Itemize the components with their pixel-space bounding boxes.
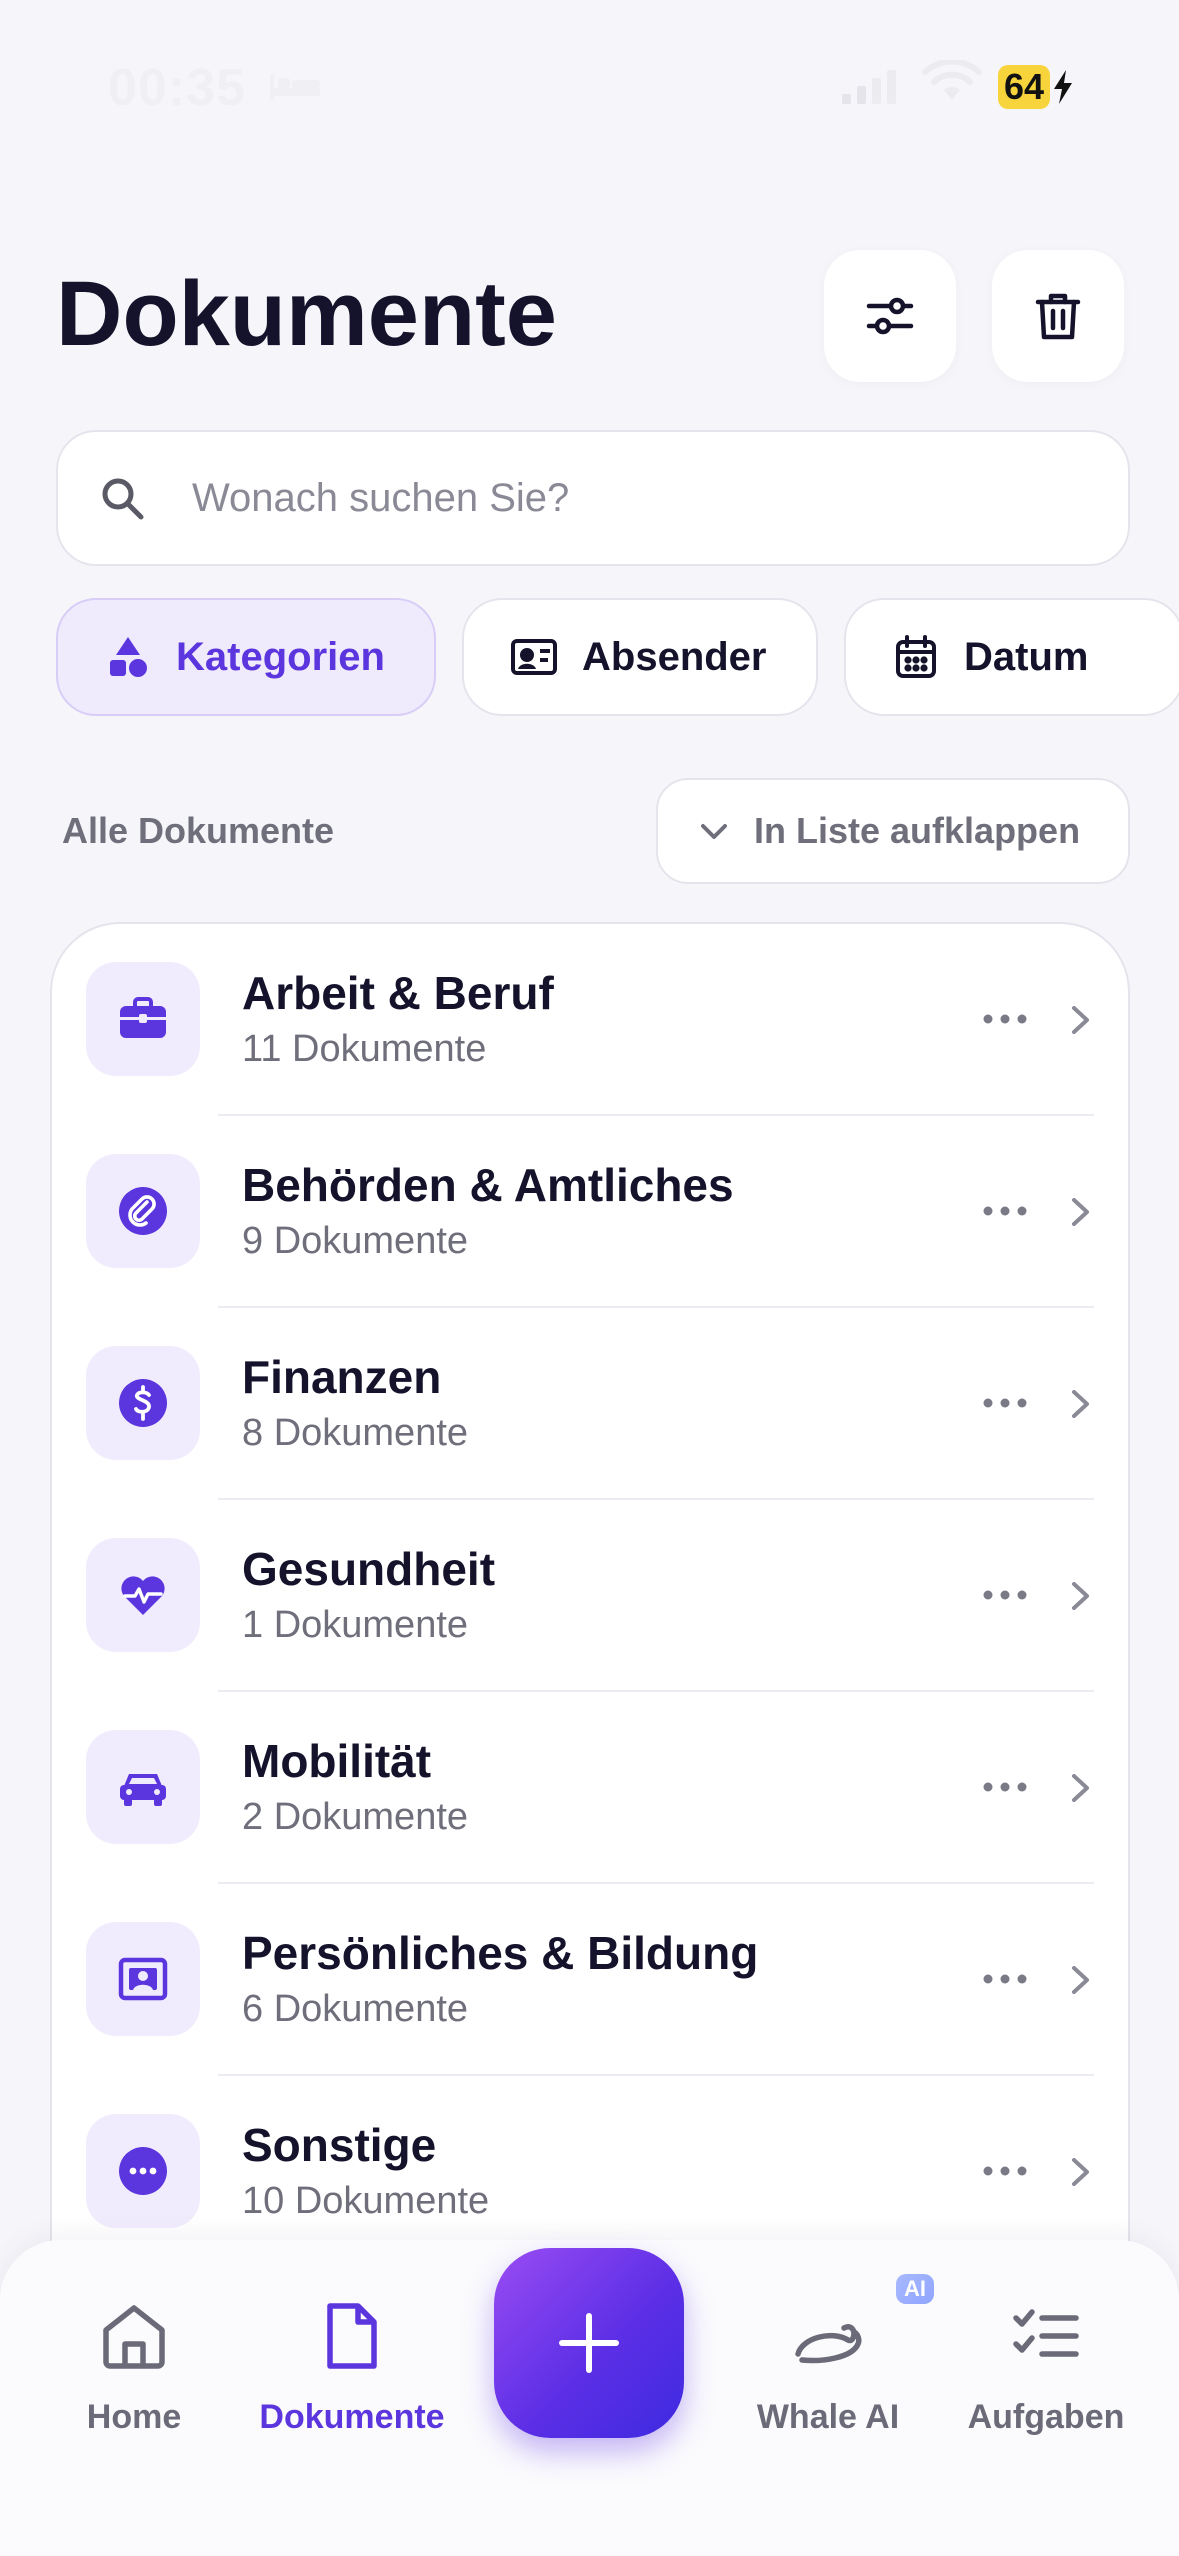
search-bar[interactable] [56,430,1130,566]
portrait-icon [118,1957,168,2001]
status-time: 00:35 [108,59,246,117]
category-row[interactable]: Behörden & Amtliches 9 Dokumente [52,1116,1128,1308]
wifi-icon [922,60,982,100]
nav-whale-ai-label: Whale AI [756,2398,900,2436]
chevron-right-icon [1072,1390,1089,1418]
category-icon-box [86,962,200,1076]
chip-label: Kategorien [176,634,385,679]
expand-list-button[interactable]: In Liste aufklappen [656,778,1130,884]
category-name: Gesundheit [242,1543,496,1595]
chevron-right-icon [1072,1774,1089,1802]
category-name: Sonstige [242,2119,437,2171]
category-count: 1 Dokumente [242,1604,469,1646]
nav-home[interactable]: Home [24,2300,244,2480]
category-count: 11 Dokumente [242,1028,487,1070]
documents-screen: 00:35 64 Dokumente Kategorien Ab [0,0,1179,2556]
more-options-icon[interactable] [982,1772,1028,1802]
battery-indicator: 64 [998,64,1074,110]
dollar-icon [119,1379,167,1427]
category-name: Arbeit & Beruf [242,967,554,1019]
category-count: 10 Dokumente [242,2180,490,2222]
ai-badge: AI [896,2274,934,2304]
chevron-right-icon [1072,1198,1089,1226]
whale-ai-icon-wrap: AI [792,2274,934,2372]
category-icon-box [86,1538,200,1652]
chevron-right-icon [1072,2158,1089,2186]
shapes-icon [110,637,147,677]
filter-button[interactable] [824,250,956,382]
page-title: Dokumente [56,263,557,365]
chevron-right-icon [1072,1006,1089,1034]
category-count: 9 Dokumente [242,1220,469,1262]
chip-absender[interactable]: Absender [462,598,818,716]
more-circle-icon [119,2147,167,2195]
nav-home-label: Home [86,2398,182,2436]
category-name: Behörden & Amtliches [242,1159,734,1211]
chip-label: Datum [964,634,1089,679]
more-options-icon[interactable] [982,1964,1028,1994]
category-row[interactable]: Persönliches & Bildung 6 Dokumente [52,1884,1128,2076]
category-row[interactable]: Mobilität 2 Dokumente [52,1692,1128,1884]
more-options-icon[interactable] [982,1196,1028,1226]
category-count: 6 Dokumente [242,1988,469,2030]
filter-chips: Kategorien Absender Datum [56,598,1179,718]
category-name: Mobilität [242,1735,432,1787]
category-name: Persönliches & Bildung [242,1927,759,1979]
category-row[interactable]: Finanzen 8 Dokumente [52,1308,1128,1500]
sleep-mode-icon [270,74,320,100]
more-options-icon[interactable] [982,1388,1028,1418]
category-icon-box [86,1154,200,1268]
more-options-icon[interactable] [982,2156,1028,2186]
search-input[interactable] [192,475,1052,521]
category-icon-box [86,1346,200,1460]
chevron-right-icon [1072,1966,1089,1994]
category-row[interactable]: Arbeit & Beruf 11 Dokumente [52,924,1128,1116]
contact-card-icon [511,639,557,675]
sliders-icon [866,297,914,335]
trash-icon [1035,293,1081,340]
chip-label: Absender [582,634,767,679]
checklist-icon [1013,2309,1079,2357]
nav-tasks[interactable]: Aufgaben [936,2300,1156,2480]
calendar-icon [896,635,936,678]
more-options-icon[interactable] [982,1580,1028,1610]
expand-list-label: In Liste aufklappen [754,810,1081,851]
status-bar: 00:35 64 [0,0,1179,170]
more-options-icon[interactable] [982,1004,1028,1034]
battery-level: 64 [998,65,1051,109]
search-icon [102,478,144,520]
add-document-button[interactable] [494,2248,684,2438]
chevron-down-icon [701,824,727,839]
category-icon-box [86,1730,200,1844]
section-title: Alle Dokumente [62,810,335,851]
trash-button[interactable] [992,250,1124,382]
category-name: Finanzen [242,1351,442,1403]
nav-documents[interactable]: Dokumente [242,2300,462,2480]
chip-kategorien[interactable]: Kategorien [56,598,436,716]
heartbeat-icon [121,1576,165,1615]
cellular-signal-icon [842,70,896,104]
nav-documents-label: Dokumente [259,2398,445,2436]
category-icon-box [86,2114,200,2228]
plus-icon [559,2313,619,2373]
chip-datum[interactable]: Datum [844,598,1179,716]
briefcase-icon [120,997,166,1038]
category-count: 2 Dokumente [242,1796,469,1838]
category-list: Arbeit & Beruf 11 Dokumente Behörden & A… [50,922,1130,2322]
nav-tasks-label: Aufgaben [967,2398,1125,2436]
category-count: 8 Dokumente [242,1412,469,1454]
car-icon [120,1774,166,1806]
nav-whale-ai[interactable]: AI Whale AI [718,2274,938,2480]
chevron-right-icon [1072,1582,1089,1610]
document-icon [327,2303,377,2369]
paperclip-icon [119,1187,167,1235]
whale-icon [795,2324,862,2364]
charging-bolt-icon [1054,70,1073,104]
home-icon [103,2305,165,2369]
category-row[interactable]: Gesundheit 1 Dokumente [52,1500,1128,1692]
category-icon-box [86,1922,200,2036]
